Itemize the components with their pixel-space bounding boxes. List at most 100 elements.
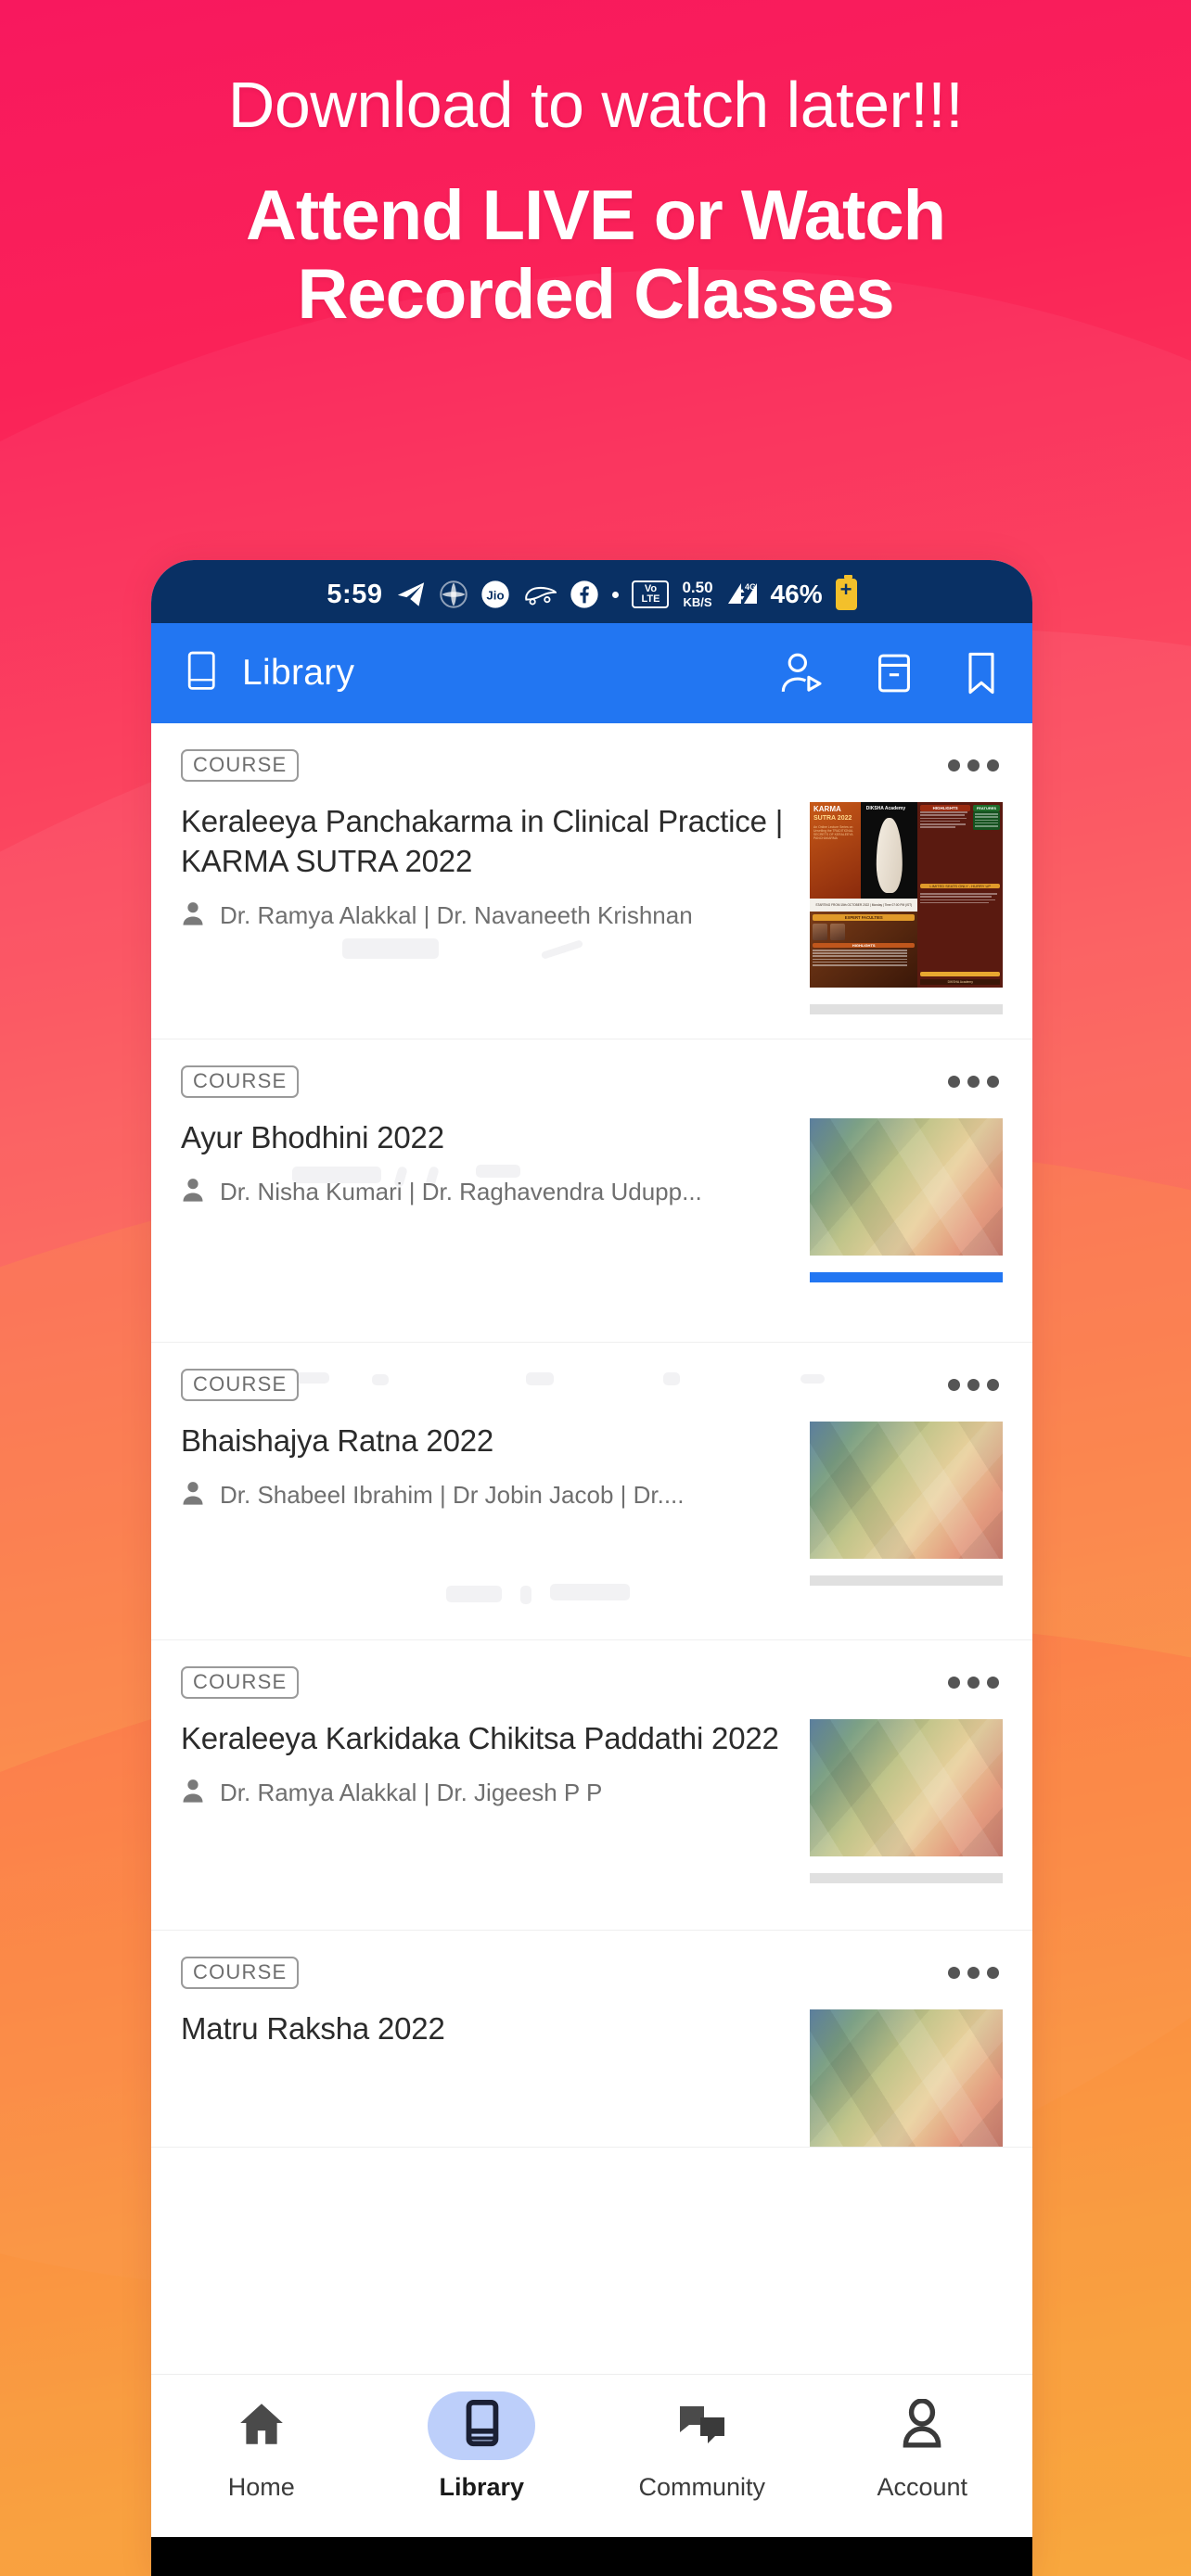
facebook-icon: [570, 580, 599, 609]
card-overflow-menu-button[interactable]: [944, 1963, 1003, 1983]
book-icon: [458, 2399, 505, 2454]
card-body: Keraleeya Panchakarma in Clinical Practi…: [181, 802, 1003, 1014]
course-thumbnail[interactable]: [810, 2009, 1003, 2147]
data-rate-unit: KB/S: [683, 595, 712, 610]
course-card[interactable]: COURSE Matru Raksha 2022: [151, 1931, 1032, 2148]
nav-item-community[interactable]: Community: [592, 2391, 813, 2502]
card-media: [810, 1719, 1003, 1883]
gesture-bar: [151, 2537, 1032, 2576]
course-card[interactable]: COURSE Keraleeya Karkidaka Chikitsa Padd…: [151, 1640, 1032, 1931]
course-progress-bar: [810, 1004, 1003, 1014]
course-thumbnail[interactable]: [810, 1719, 1003, 1856]
headline-primary: Download to watch later!!!: [227, 69, 964, 141]
person-icon: [181, 900, 205, 931]
course-authors: Dr. Nisha Kumari | Dr. Raghavendra Udupp…: [220, 1177, 702, 1205]
bottom-navigation[interactable]: Home Library Community Account: [151, 2374, 1032, 2537]
course-title: Keraleeya Panchakarma in Clinical Practi…: [181, 804, 784, 878]
poster-right-highlights: HIGHLIGHTS: [920, 805, 970, 811]
card-overflow-menu-button[interactable]: [944, 1673, 1003, 1692]
promo-poster: Download to watch later!!! Attend LIVE o…: [0, 0, 1191, 2576]
course-authors: Dr. Ramya Alakkal | Dr. Jigeesh P P: [220, 1778, 603, 1806]
dot-icon: [612, 591, 620, 598]
course-thumbnail[interactable]: KARMA SUTRA 2022 An Online Lecture Serie…: [810, 802, 1003, 988]
course-list[interactable]: COURSE Keraleeya Panchakarma in Clinical…: [151, 723, 1032, 2374]
status-time: 5:59: [327, 579, 383, 609]
bookmark-icon[interactable]: [962, 651, 1001, 695]
archive-icon[interactable]: [873, 651, 916, 695]
status-badge: COURSE: [181, 1065, 300, 1098]
phone-mockup: 5:59 Jio Vo LTE 0.50 KB/S 4G 46% + Libra…: [151, 560, 1032, 2576]
course-title: Ayur Bhodhini 2022: [181, 1120, 444, 1154]
headline-secondary: Attend LIVE or Watch Recorded Classes: [245, 176, 946, 335]
course-title: Keraleeya Karkidaka Chikitsa Paddathi 20…: [181, 1721, 779, 1755]
card-header: COURSE: [181, 1666, 1003, 1699]
author-row: Dr. Ramya Alakkal | Dr. Jigeesh P P: [181, 1778, 791, 1808]
poster-brand: DIKSHA Academy: [865, 806, 906, 811]
person-icon: [181, 1778, 205, 1808]
course-thumbnail[interactable]: [810, 1422, 1003, 1559]
poster-line3: An Online Lecture Series on Unveiling th…: [813, 824, 853, 841]
jio-icon: Jio: [480, 580, 510, 609]
card-text: Ayur Bhodhini 2022 Dr. Nisha Kumari | Dr…: [181, 1118, 810, 1282]
course-thumbnail[interactable]: [810, 1118, 1003, 1256]
bus-icon: [523, 581, 557, 607]
nav-label-community: Community: [638, 2473, 766, 2501]
nav-label-library: Library: [439, 2473, 525, 2501]
volte-icon: Vo LTE: [632, 580, 670, 608]
course-authors: Dr. Shabeel Ibrahim | Dr Jobin Jacob | D…: [220, 1480, 685, 1509]
card-overflow-menu-button[interactable]: [944, 756, 1003, 775]
poster-right-features: FEATURES: [972, 805, 1000, 811]
headline-block: Download to watch later!!! Attend LIVE o…: [0, 0, 1191, 334]
nav-pill-community: [648, 2391, 756, 2460]
status-bar: 5:59 Jio Vo LTE 0.50 KB/S 4G 46% +: [151, 560, 1032, 623]
person-icon: [898, 2397, 946, 2454]
poster-line2: SUTRA 2022: [813, 815, 852, 822]
poster-faculty-heading: EXPERT FACULTIES: [813, 914, 916, 921]
svg-text:Jio: Jio: [487, 588, 505, 602]
course-authors: Dr. Ramya Alakkal | Dr. Navaneeth Krishn…: [220, 900, 693, 929]
battery-icon: [835, 575, 857, 610]
card-body: Bhaishajya Ratna 2022 Dr. Shabeel Ibrahi…: [181, 1422, 1003, 1586]
card-overflow-menu-button[interactable]: [944, 1072, 1003, 1091]
course-card[interactable]: COURSE Keraleeya Panchakarma in Clinical…: [151, 723, 1032, 1039]
app-bar-title: Library: [242, 653, 355, 693]
poster-highlight-lines: [813, 950, 915, 967]
card-overflow-menu-button[interactable]: [944, 1375, 1003, 1395]
card-text: Keraleeya Karkidaka Chikitsa Paddathi 20…: [181, 1719, 810, 1883]
nav-label-account: Account: [877, 2473, 968, 2501]
card-media: KARMA SUTRA 2022 An Online Lecture Serie…: [810, 802, 1003, 1014]
app-bar: Library: [151, 623, 1032, 723]
battery-percent-label: 46%: [770, 580, 823, 608]
person-tag-icon[interactable]: [778, 650, 826, 696]
card-header: COURSE: [181, 1369, 1003, 1401]
nav-item-library[interactable]: Library: [372, 2391, 593, 2502]
reliance-icon: [440, 580, 468, 608]
nav-label-home: Home: [227, 2473, 295, 2501]
home-icon: [237, 2400, 287, 2453]
data-rate-value: 0.50: [682, 579, 713, 597]
poster-line1: KARMA: [813, 805, 841, 813]
poster-highlights-heading: HIGHLIGHTS: [813, 943, 916, 948]
course-card[interactable]: COURSE Ayur Bhodhini 2022 Dr. Nisha Kuma…: [151, 1039, 1032, 1343]
data-rate-indicator: 0.50 KB/S: [682, 580, 712, 608]
signal-bars-icon: 4G: [726, 580, 758, 609]
card-header: COURSE: [181, 1065, 1003, 1098]
status-badge: COURSE: [181, 1666, 300, 1699]
status-badge: COURSE: [181, 1957, 300, 1989]
card-text: Keraleeya Panchakarma in Clinical Practi…: [181, 802, 810, 1014]
nav-item-home[interactable]: Home: [151, 2391, 372, 2502]
book-icon: [183, 650, 222, 697]
author-row: Dr. Ramya Alakkal | Dr. Navaneeth Krishn…: [181, 900, 791, 931]
card-media: [810, 1422, 1003, 1586]
card-header: COURSE: [181, 749, 1003, 782]
card-body: Keraleeya Karkidaka Chikitsa Paddathi 20…: [181, 1719, 1003, 1883]
chat-icon: [676, 2400, 728, 2453]
progress-fill: [810, 1272, 1003, 1282]
status-badge: COURSE: [181, 1369, 300, 1401]
poster-ribbon: LIMITED SEATS ONLY - HURRY UP: [920, 884, 1000, 888]
nav-item-account[interactable]: Account: [813, 2391, 1033, 2502]
card-text: Matru Raksha 2022: [181, 2009, 810, 2147]
poster-date-strip: STARTING FROM 15th OCTOBER 2022 | Monday…: [810, 899, 918, 912]
course-progress-bar: [810, 1272, 1003, 1282]
course-card[interactable]: COURSE Bhaishajya Ratna 2022 Dr. Shabeel…: [151, 1343, 1032, 1640]
